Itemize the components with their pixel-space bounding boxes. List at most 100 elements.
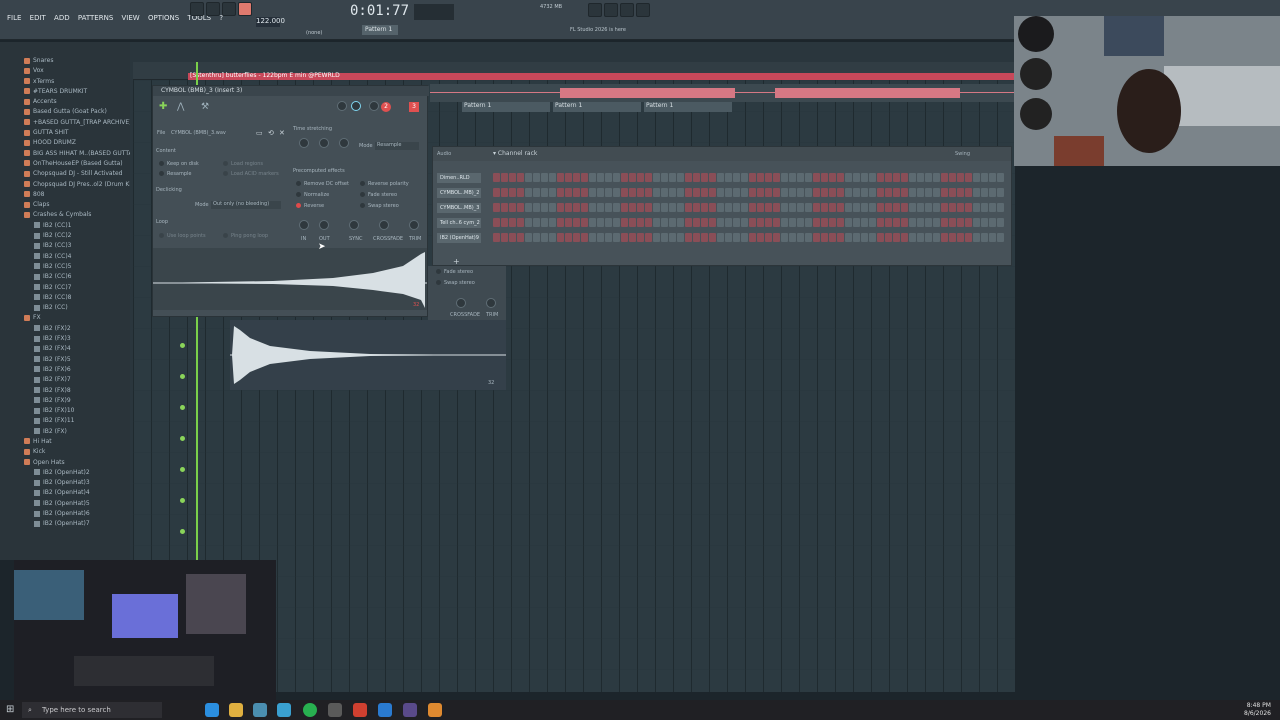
channel-row[interactable]: Tell ch..6 cym_2 [437,218,1007,230]
step-button[interactable] [517,173,524,182]
step-button[interactable] [813,173,820,182]
browser-item[interactable]: Vox [0,66,130,76]
browser-item[interactable]: IB2 (FX)5 [0,355,130,365]
step-button[interactable] [997,203,1004,212]
menu-options[interactable]: OPTIONS [145,14,182,22]
step-button[interactable] [725,188,732,197]
step-button[interactable] [533,188,540,197]
step-button[interactable] [853,233,860,242]
sampler-settings-window[interactable]: CYMBOL (BMB)_3 (Insert 3) ✚ ⋀ ⚒ 2 3 File… [152,85,429,317]
step-button[interactable] [781,203,788,212]
channel-row[interactable]: CYMBOL..MB)_3 [437,203,1007,215]
step-button[interactable] [853,173,860,182]
sample-waveform[interactable] [153,248,427,310]
step-button[interactable] [853,203,860,212]
step-button[interactable] [653,188,660,197]
step-button[interactable] [773,203,780,212]
step-button[interactable] [773,173,780,182]
step-button[interactable] [549,233,556,242]
step-button[interactable] [909,188,916,197]
pattern-clip[interactable]: Pattern 1 [553,102,641,112]
step-button[interactable] [613,173,620,182]
browser-item[interactable]: IB2 (FX)4 [0,344,130,354]
step-button[interactable] [581,233,588,242]
step-button[interactable] [901,218,908,227]
step-button[interactable] [837,203,844,212]
step-button[interactable] [701,188,708,197]
stop-button[interactable] [222,2,236,16]
step-button[interactable] [629,188,636,197]
step-button[interactable] [845,233,852,242]
step-button[interactable] [525,203,532,212]
step-button[interactable] [925,173,932,182]
browser-item[interactable]: +BASED GUTTA_[TRAP ARCHIVE] [0,118,130,128]
step-button[interactable] [909,233,916,242]
fl-studio-icon[interactable] [428,703,442,717]
step-button[interactable] [677,218,684,227]
step-button[interactable] [549,188,556,197]
tempo-display[interactable]: 122.000 [256,17,285,27]
browser-item[interactable]: IB2 (CC)5 [0,262,130,272]
step-button[interactable] [709,188,716,197]
step-button[interactable] [653,233,660,242]
pitch-stretch-knob[interactable] [299,138,309,148]
step-button[interactable] [549,173,556,182]
settings-icon[interactable] [588,3,602,17]
step-button[interactable] [701,173,708,182]
step-button[interactable] [949,173,956,182]
track-active-indicator[interactable] [180,498,185,503]
step-button[interactable] [821,173,828,182]
step-button[interactable] [917,233,924,242]
step-button[interactable] [885,233,892,242]
step-button[interactable] [837,173,844,182]
step-button[interactable] [997,188,1004,197]
step-button[interactable] [821,203,828,212]
step-button[interactable] [637,233,644,242]
step-button[interactable] [981,233,988,242]
step-button[interactable] [877,203,884,212]
step-button[interactable] [989,233,996,242]
step-button[interactable] [573,233,580,242]
step-button[interactable] [573,218,580,227]
step-button[interactable] [845,173,852,182]
menu-edit[interactable]: EDIT [27,14,49,22]
browser-item[interactable]: Hi Hat [0,437,130,447]
browser-item[interactable]: IB2 (CC)1 [0,221,130,231]
step-button[interactable] [677,233,684,242]
file-name[interactable]: CYMBOL (BMB)_3.wav [171,130,226,136]
step-button[interactable] [581,188,588,197]
step-button[interactable] [525,173,532,182]
step-button[interactable] [797,173,804,182]
step-button[interactable] [597,203,604,212]
channel-name-button[interactable]: Dimen..RLD [437,173,481,183]
lower-trim-knob[interactable] [486,298,496,308]
step-button[interactable] [845,218,852,227]
step-button[interactable] [613,203,620,212]
step-button[interactable] [725,233,732,242]
step-button[interactable] [629,218,636,227]
step-button[interactable] [685,173,692,182]
step-button[interactable] [589,218,596,227]
step-button[interactable] [581,203,588,212]
range-badge[interactable]: 2 [381,102,391,112]
browser-item[interactable]: IB2 (OpenHat)4 [0,488,130,498]
step-button[interactable] [773,188,780,197]
step-button[interactable] [765,173,772,182]
browser-item[interactable]: GUTTA SHIT [0,128,130,138]
step-button[interactable] [805,218,812,227]
step-button[interactable] [701,233,708,242]
step-button[interactable] [757,173,764,182]
step-button[interactable] [597,173,604,182]
step-button[interactable] [797,203,804,212]
step-button[interactable] [501,233,508,242]
step-button[interactable] [501,173,508,182]
browser-item[interactable]: IB2 (FX)7 [0,375,130,385]
channel-row[interactable]: Dimen..RLD [437,173,1007,185]
step-button[interactable] [685,188,692,197]
step-button[interactable] [733,173,740,182]
step-button[interactable] [613,233,620,242]
step-button[interactable] [733,188,740,197]
step-button[interactable] [965,218,972,227]
step-button[interactable] [509,203,516,212]
menu-file[interactable]: FILE [4,14,24,22]
